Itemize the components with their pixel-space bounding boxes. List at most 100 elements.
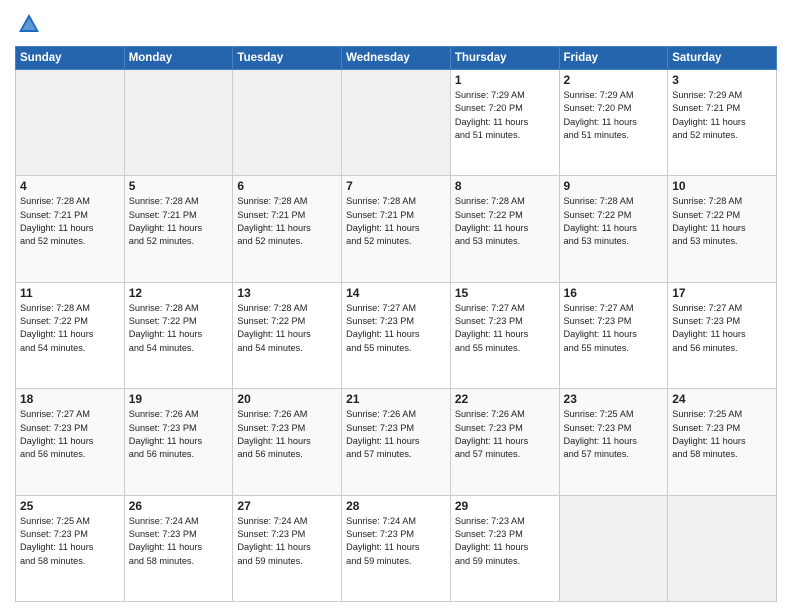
calendar-cell <box>559 495 668 601</box>
day-number: 9 <box>564 179 664 193</box>
cell-info: Sunrise: 7:28 AMSunset: 7:21 PMDaylight:… <box>237 195 337 248</box>
cell-info: Sunrise: 7:26 AMSunset: 7:23 PMDaylight:… <box>455 408 555 461</box>
day-number: 10 <box>672 179 772 193</box>
calendar-header-row: SundayMondayTuesdayWednesdayThursdayFrid… <box>16 47 777 70</box>
calendar-week-3: 11 Sunrise: 7:28 AMSunset: 7:22 PMDayligh… <box>16 282 777 388</box>
cell-info: Sunrise: 7:26 AMSunset: 7:23 PMDaylight:… <box>237 408 337 461</box>
day-number: 14 <box>346 286 446 300</box>
calendar-cell: 12Sunrise: 7:28 AMSunset: 7:22 PMDayligh… <box>124 282 233 388</box>
calendar-cell <box>342 70 451 176</box>
cell-info: Sunrise: 7:27 AMSunset: 7:23 PMDaylight:… <box>20 408 120 461</box>
cell-info: Sunrise: 7:25 AMSunset: 7:23 PMDaylight:… <box>564 408 664 461</box>
calendar-cell <box>233 70 342 176</box>
calendar-cell: 23 Sunrise: 7:25 AMSunset: 7:23 PMDayligh… <box>559 389 668 495</box>
calendar-header-thursday: Thursday <box>450 47 559 70</box>
calendar-cell: 6Sunrise: 7:28 AMSunset: 7:21 PMDaylight… <box>233 176 342 282</box>
calendar-cell: 10Sunrise: 7:28 AMSunset: 7:22 PMDayligh… <box>668 176 777 282</box>
calendar-cell: 27Sunrise: 7:24 AMSunset: 7:23 PMDayligh… <box>233 495 342 601</box>
calendar-cell: 7 Sunrise: 7:28 AMSunset: 7:21 PMDaylight… <box>342 176 451 282</box>
cell-info: Sunrise: 7:24 AMSunset: 7:23 PMDaylight:… <box>237 515 337 568</box>
day-number: 16 <box>564 286 664 300</box>
cell-info: Sunrise: 7:27 AMSunset: 7:23 PMDaylight:… <box>346 302 446 355</box>
calendar-cell: 19 Sunrise: 7:26 AMSunset: 7:23 PMDayligh… <box>124 389 233 495</box>
day-number: 29 <box>455 499 555 513</box>
calendar-cell: 22 Sunrise: 7:26 AMSunset: 7:23 PMDayligh… <box>450 389 559 495</box>
day-number: 25 <box>20 499 120 513</box>
calendar-header-wednesday: Wednesday <box>342 47 451 70</box>
cell-info: Sunrise: 7:27 AMSunset: 7:23 PMDaylight:… <box>564 302 664 355</box>
calendar-cell: 17Sunrise: 7:27 AMSunset: 7:23 PMDayligh… <box>668 282 777 388</box>
cell-info: Sunrise: 7:24 AMSunset: 7:23 PMDaylight:… <box>346 515 446 568</box>
cell-info: Sunrise: 7:28 AMSunset: 7:22 PMDaylight:… <box>455 195 555 248</box>
logo <box>15 10 47 38</box>
day-number: 17 <box>672 286 772 300</box>
calendar-header-saturday: Saturday <box>668 47 777 70</box>
calendar-cell: 9 Sunrise: 7:28 AMSunset: 7:22 PMDaylight… <box>559 176 668 282</box>
day-number: 28 <box>346 499 446 513</box>
day-number: 2 <box>564 73 664 87</box>
calendar-cell: 20 Sunrise: 7:26 AMSunset: 7:23 PMDayligh… <box>233 389 342 495</box>
calendar-cell: 15 Sunrise: 7:27 AMSunset: 7:23 PMDayligh… <box>450 282 559 388</box>
day-number: 5 <box>129 179 229 193</box>
cell-info: Sunrise: 7:28 AMSunset: 7:21 PMDaylight:… <box>346 195 446 248</box>
day-number: 21 <box>346 392 446 406</box>
calendar-header-monday: Monday <box>124 47 233 70</box>
day-number: 1 <box>455 73 555 87</box>
calendar-cell: 28 Sunrise: 7:24 AMSunset: 7:23 PMDayligh… <box>342 495 451 601</box>
cell-info: Sunrise: 7:25 AMSunset: 7:23 PMDaylight:… <box>672 408 772 461</box>
day-number: 18 <box>20 392 120 406</box>
calendar-header-friday: Friday <box>559 47 668 70</box>
calendar-cell: 2 Sunrise: 7:29 AMSunset: 7:20 PMDaylight… <box>559 70 668 176</box>
cell-info: Sunrise: 7:27 AMSunset: 7:23 PMDaylight:… <box>455 302 555 355</box>
calendar-cell: 13 Sunrise: 7:28 AMSunset: 7:22 PMDayligh… <box>233 282 342 388</box>
cell-info: Sunrise: 7:29 AMSunset: 7:20 PMDaylight:… <box>455 89 555 142</box>
calendar-cell: 24 Sunrise: 7:25 AMSunset: 7:23 PMDayligh… <box>668 389 777 495</box>
calendar-cell: 14 Sunrise: 7:27 AMSunset: 7:23 PMDayligh… <box>342 282 451 388</box>
cell-info: Sunrise: 7:28 AMSunset: 7:21 PMDaylight:… <box>20 195 120 248</box>
calendar-cell: 1 Sunrise: 7:29 AMSunset: 7:20 PMDaylight… <box>450 70 559 176</box>
calendar-cell <box>124 70 233 176</box>
cell-info: Sunrise: 7:28 AMSunset: 7:22 PMDaylight:… <box>20 302 120 355</box>
cell-info: Sunrise: 7:29 AMSunset: 7:21 PMDaylight:… <box>672 89 772 142</box>
calendar-cell: 26Sunrise: 7:24 AMSunset: 7:23 PMDayligh… <box>124 495 233 601</box>
day-number: 24 <box>672 392 772 406</box>
calendar-cell: 16 Sunrise: 7:27 AMSunset: 7:23 PMDayligh… <box>559 282 668 388</box>
day-number: 15 <box>455 286 555 300</box>
day-number: 3 <box>672 73 772 87</box>
day-number: 8 <box>455 179 555 193</box>
day-number: 22 <box>455 392 555 406</box>
cell-info: Sunrise: 7:26 AMSunset: 7:23 PMDaylight:… <box>346 408 446 461</box>
day-number: 19 <box>129 392 229 406</box>
day-number: 13 <box>237 286 337 300</box>
day-number: 23 <box>564 392 664 406</box>
header <box>15 10 777 38</box>
calendar-cell: 11 Sunrise: 7:28 AMSunset: 7:22 PMDayligh… <box>16 282 125 388</box>
calendar-header-sunday: Sunday <box>16 47 125 70</box>
cell-info: Sunrise: 7:25 AMSunset: 7:23 PMDaylight:… <box>20 515 120 568</box>
calendar-cell: 29 Sunrise: 7:23 AMSunset: 7:23 PMDayligh… <box>450 495 559 601</box>
calendar-cell: 21 Sunrise: 7:26 AMSunset: 7:23 PMDayligh… <box>342 389 451 495</box>
calendar-week-4: 18 Sunrise: 7:27 AMSunset: 7:23 PMDayligh… <box>16 389 777 495</box>
calendar-week-5: 25 Sunrise: 7:25 AMSunset: 7:23 PMDayligh… <box>16 495 777 601</box>
calendar-cell: 3 Sunrise: 7:29 AMSunset: 7:21 PMDaylight… <box>668 70 777 176</box>
calendar-cell: 4 Sunrise: 7:28 AMSunset: 7:21 PMDaylight… <box>16 176 125 282</box>
day-number: 4 <box>20 179 120 193</box>
calendar-cell <box>668 495 777 601</box>
calendar-week-2: 4 Sunrise: 7:28 AMSunset: 7:21 PMDaylight… <box>16 176 777 282</box>
cell-info: Sunrise: 7:28 AMSunset: 7:22 PMDaylight:… <box>237 302 337 355</box>
cell-info: Sunrise: 7:23 AMSunset: 7:23 PMDaylight:… <box>455 515 555 568</box>
page: SundayMondayTuesdayWednesdayThursdayFrid… <box>0 0 792 612</box>
day-number: 12 <box>129 286 229 300</box>
day-number: 7 <box>346 179 446 193</box>
day-number: 20 <box>237 392 337 406</box>
calendar-week-1: 1 Sunrise: 7:29 AMSunset: 7:20 PMDaylight… <box>16 70 777 176</box>
calendar-cell: 5Sunrise: 7:28 AMSunset: 7:21 PMDaylight… <box>124 176 233 282</box>
calendar-cell: 8 Sunrise: 7:28 AMSunset: 7:22 PMDaylight… <box>450 176 559 282</box>
day-number: 11 <box>20 286 120 300</box>
cell-info: Sunrise: 7:28 AMSunset: 7:22 PMDaylight:… <box>564 195 664 248</box>
day-number: 26 <box>129 499 229 513</box>
calendar-cell: 25 Sunrise: 7:25 AMSunset: 7:23 PMDayligh… <box>16 495 125 601</box>
cell-info: Sunrise: 7:29 AMSunset: 7:20 PMDaylight:… <box>564 89 664 142</box>
cell-info: Sunrise: 7:26 AMSunset: 7:23 PMDaylight:… <box>129 408 229 461</box>
calendar-cell: 18 Sunrise: 7:27 AMSunset: 7:23 PMDayligh… <box>16 389 125 495</box>
